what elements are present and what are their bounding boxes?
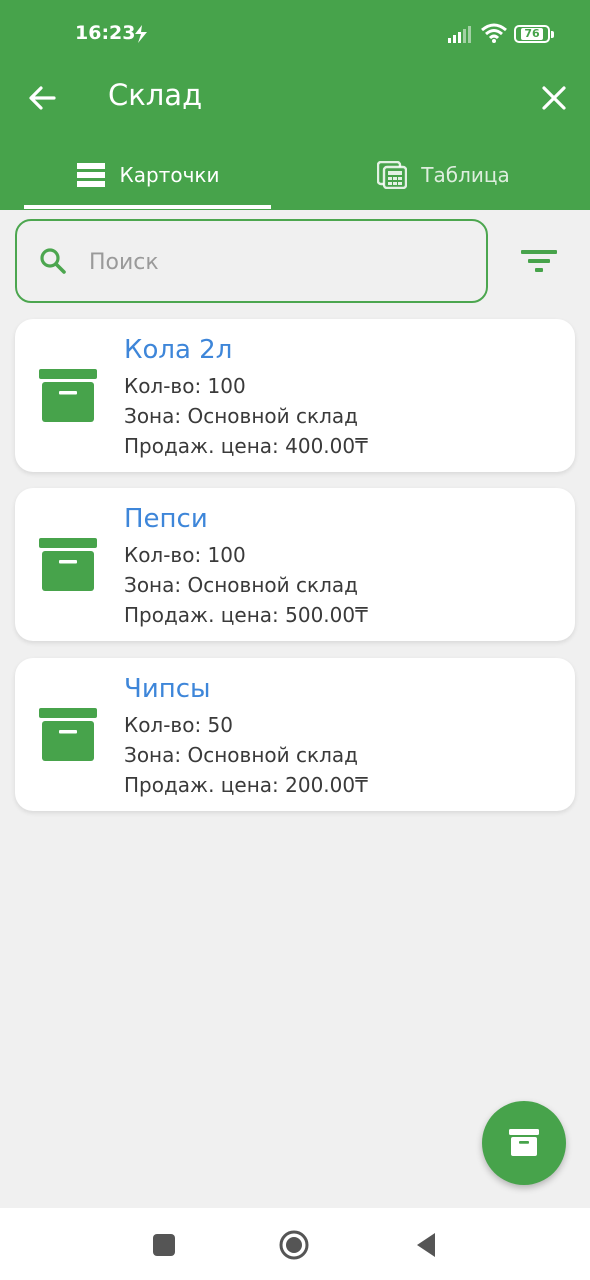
item-zone: Зона: Основной склад [124, 404, 358, 428]
recents-icon[interactable] [149, 1230, 179, 1260]
item-name: Чипсы [124, 674, 211, 704]
item-price: Продаж. цена: 200.00₸ [124, 773, 368, 797]
archive-icon [509, 1129, 539, 1156]
app-notification-icon [135, 25, 147, 43]
table-icon [377, 161, 408, 189]
battery-level: 76 [521, 28, 543, 40]
wifi-icon [481, 23, 507, 43]
search-input[interactable] [89, 241, 469, 283]
item-zone: Зона: Основной склад [124, 743, 358, 767]
item-price: Продаж. цена: 400.00₸ [124, 434, 368, 458]
back-nav-icon[interactable] [411, 1230, 441, 1260]
item-name: Пепси [124, 504, 208, 534]
home-icon[interactable] [279, 1230, 309, 1260]
item-name: Кола 2л [124, 335, 233, 365]
tab-cards[interactable]: Карточки [24, 140, 271, 210]
status-bar: 16:23 76 [0, 0, 590, 68]
tab-cards-label: Карточки [119, 163, 220, 187]
search-box [15, 219, 488, 303]
arrow-left-icon[interactable] [24, 80, 60, 116]
add-item-button[interactable] [482, 1101, 566, 1185]
tab-indicator [24, 205, 271, 209]
archive-icon [39, 369, 97, 422]
status-time: 16:23 [75, 22, 136, 44]
item-card[interactable]: Чипсы Кол-во: 50 Зона: Основной склад Пр… [15, 658, 575, 811]
archive-icon [39, 708, 97, 761]
filter-icon[interactable] [518, 244, 560, 278]
item-quantity: Кол-во: 100 [124, 374, 246, 398]
close-icon[interactable] [538, 82, 570, 114]
item-card[interactable]: Пепси Кол-во: 100 Зона: Основной склад П… [15, 488, 575, 641]
item-price: Продаж. цена: 500.00₸ [124, 603, 368, 627]
tab-table-label: Таблица [421, 163, 510, 187]
item-quantity: Кол-во: 100 [124, 543, 246, 567]
app-bar: 16:23 76 Склад Карточки Таблица [0, 0, 590, 210]
item-zone: Зона: Основной склад [124, 573, 358, 597]
list-icon [76, 163, 105, 187]
page-title: Склад [108, 78, 203, 112]
item-card[interactable]: Кола 2л Кол-во: 100 Зона: Основной склад… [15, 319, 575, 472]
archive-icon [39, 538, 97, 591]
signal-icon [448, 26, 471, 43]
system-nav-bar [0, 1208, 590, 1280]
tab-table[interactable]: Таблица [320, 140, 567, 210]
item-quantity: Кол-во: 50 [124, 713, 234, 737]
battery-icon: 76 [514, 25, 554, 43]
search-icon [40, 248, 66, 274]
